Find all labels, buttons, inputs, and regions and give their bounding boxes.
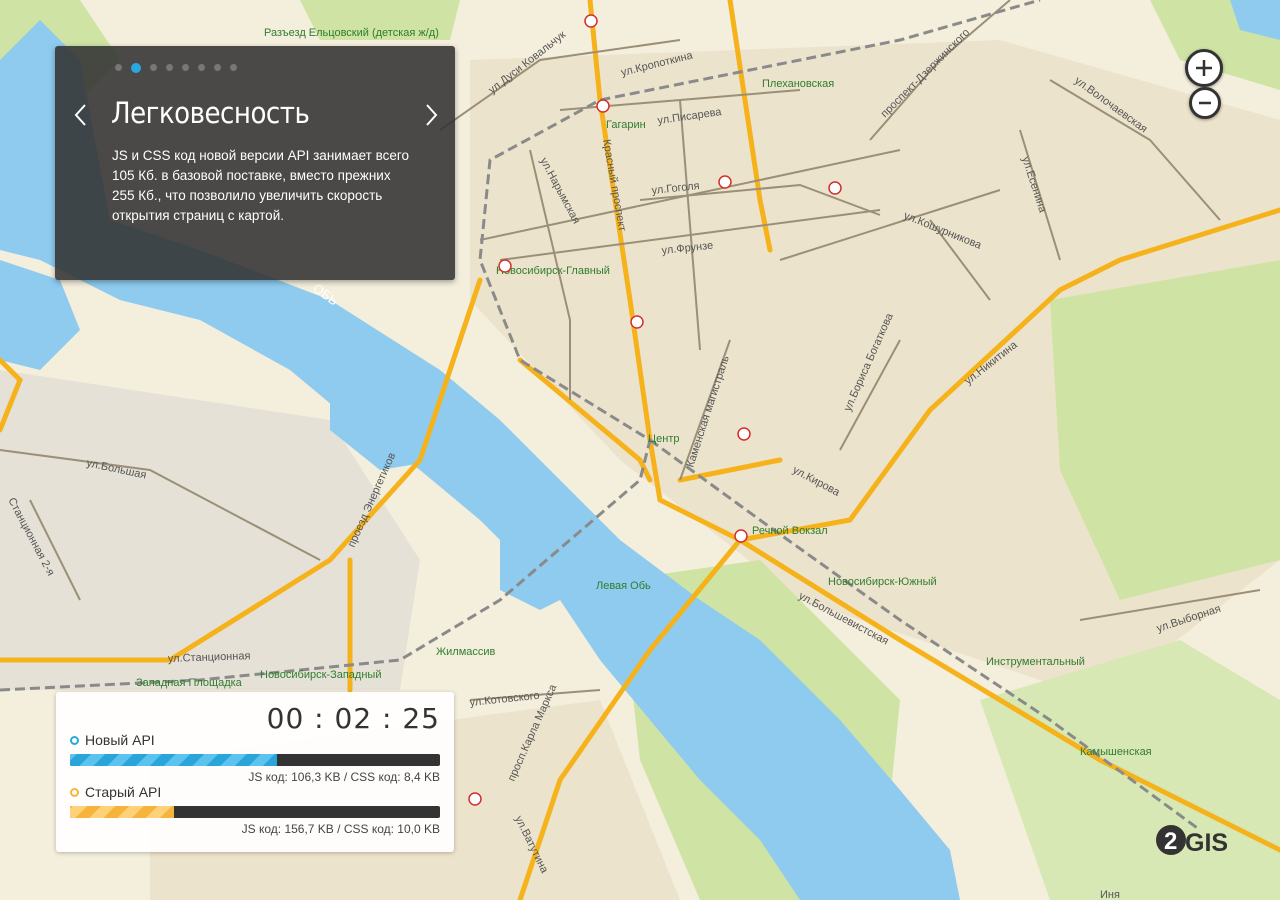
minus-icon xyxy=(1199,101,1211,105)
slide-dot[interactable] xyxy=(182,64,189,71)
svg-text:2: 2 xyxy=(1164,828,1177,855)
svg-text:Новосибирск-Главный: Новосибирск-Главный xyxy=(496,265,610,277)
new-api-label: Новый API xyxy=(85,732,155,748)
zoom-out-button[interactable] xyxy=(1189,87,1221,119)
svg-text:Камышенская: Камышенская xyxy=(1080,746,1152,758)
new-api-progress-fill xyxy=(70,754,278,766)
new-api-legend-icon xyxy=(70,735,79,745)
zoom-in-button[interactable] xyxy=(1185,49,1223,87)
old-api-label: Старый API xyxy=(85,784,162,800)
svg-text:Западная Площадка: Западная Площадка xyxy=(136,677,243,689)
new-api-progress-bar xyxy=(70,754,440,766)
slide-indicator[interactable] xyxy=(115,62,237,73)
panel-description: JS и CSS код новой версии API занимает в… xyxy=(112,148,410,223)
svg-text:Речной Вокзал: Речной Вокзал xyxy=(752,525,828,537)
prev-arrow-icon[interactable] xyxy=(71,100,91,130)
new-api-sizes: JS код: 106,3 KB / CSS код: 8,4 KB xyxy=(248,770,440,784)
slide-dot[interactable] xyxy=(214,64,221,71)
load-timer: 00 : 02 : 25 xyxy=(266,702,440,735)
new-api-label-row: Новый API xyxy=(70,732,155,748)
svg-text:Жилмассив: Жилмассив xyxy=(436,646,496,658)
svg-text:Плехановская: Плехановская xyxy=(762,78,834,90)
svg-text:Гагарин: Гагарин xyxy=(606,119,646,131)
plus-icon xyxy=(1196,60,1212,76)
next-arrow-icon[interactable] xyxy=(421,100,441,130)
svg-text:Иня: Иня xyxy=(1100,889,1120,900)
svg-text:Центр: Центр xyxy=(648,433,680,445)
svg-text:Разъезд Ельцовский (детская ж/: Разъезд Ельцовский (детская ж/д) xyxy=(264,27,439,39)
old-api-legend-icon xyxy=(70,787,79,797)
old-api-sizes: JS код: 156,7 KB / CSS код: 10,0 KB xyxy=(241,822,440,836)
2gis-logo[interactable]: 2 GIS xyxy=(1155,823,1227,857)
logo-icon: 2 GIS xyxy=(1156,825,1227,857)
slide-dot[interactable] xyxy=(131,62,141,73)
old-api-progress-bar xyxy=(70,806,440,818)
slide-dot[interactable] xyxy=(166,64,173,71)
slide-dot[interactable] xyxy=(115,64,122,71)
slide-dot[interactable] xyxy=(150,64,157,71)
slide-dot[interactable] xyxy=(198,64,205,71)
slide-dot[interactable] xyxy=(230,64,237,71)
panel-title: Легковесность xyxy=(111,96,310,130)
svg-text:Новосибирск-Южный: Новосибирск-Южный xyxy=(828,576,937,588)
stats-panel: 00 : 02 : 25 Новый API JS код: 106,3 KB … xyxy=(56,692,454,852)
svg-text:GIS: GIS xyxy=(1185,829,1227,857)
old-api-label-row: Старый API xyxy=(70,784,161,800)
svg-text:Инструментальный: Инструментальный xyxy=(986,656,1085,668)
old-api-progress-fill xyxy=(70,806,174,818)
svg-text:Левая Обь: Левая Обь xyxy=(596,580,651,592)
svg-text:Новосибирск-Западный: Новосибирск-Западный xyxy=(260,669,381,681)
info-panel: Легковесность JS и CSS код новой версии … xyxy=(55,46,455,280)
